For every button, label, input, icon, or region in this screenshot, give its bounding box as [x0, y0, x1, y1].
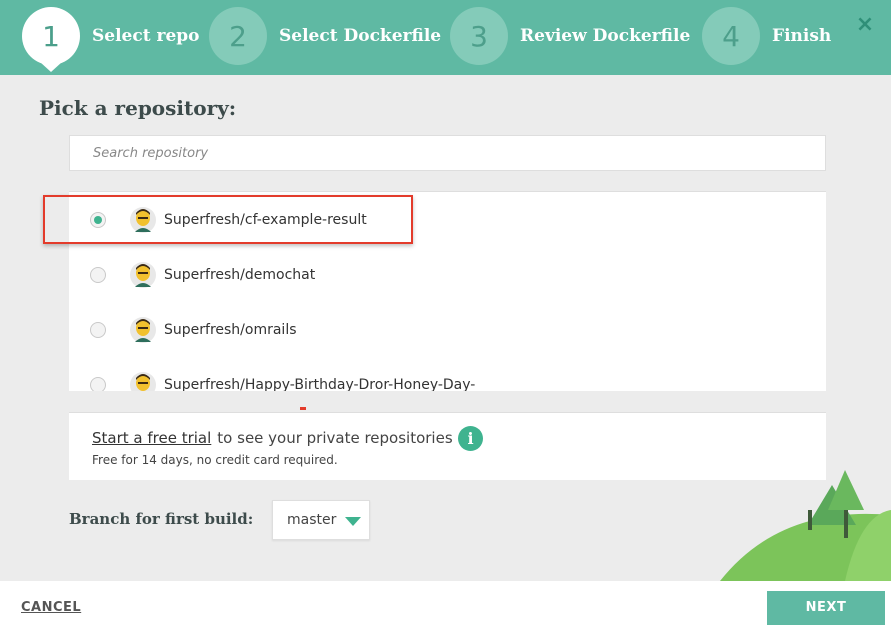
cancel-button[interactable]: CANCEL [21, 600, 81, 615]
step-select-repo[interactable]: 1 Select repo [22, 7, 200, 65]
branch-value: master [287, 512, 337, 528]
info-icon[interactable]: i [458, 426, 483, 451]
step-number: 4 [702, 7, 760, 65]
radio-button[interactable] [90, 266, 106, 283]
next-button[interactable]: NEXT [767, 591, 885, 625]
repo-name[interactable]: Superfresh/cf-example-result [164, 212, 367, 228]
trial-message-text: to see your private repositories [217, 429, 453, 447]
repo-name[interactable]: Superfresh/demochat [164, 267, 315, 283]
list-item[interactable]: Superfresh/cf-example-result [69, 192, 826, 247]
step-label: Select repo [92, 26, 200, 46]
wizard-footer: CANCEL NEXT [0, 581, 891, 630]
chevron-down-icon [345, 517, 361, 526]
list-item[interactable]: Superfresh/omrails [69, 302, 826, 357]
radio-button[interactable] [90, 211, 106, 228]
list-item[interactable]: Superfresh/Happy-Birthday-Dror-Honey-Day… [69, 357, 826, 391]
search-input[interactable] [70, 136, 825, 170]
active-step-pointer [40, 62, 62, 72]
close-icon[interactable]: × [852, 12, 878, 38]
hills-illustration [720, 470, 891, 581]
avatar-icon [130, 206, 156, 233]
wizard-header: 1 Select repo 2 Select Dockerfile 3 Revi… [0, 0, 891, 75]
step-number: 3 [450, 7, 508, 65]
step-number: 1 [22, 7, 80, 65]
radio-button[interactable] [90, 321, 106, 338]
list-item[interactable]: Superfresh/demochat [69, 247, 826, 302]
step-review-dockerfile[interactable]: 3 Review Dockerfile [450, 7, 690, 65]
free-trial-panel: Start a free trial to see your private r… [69, 412, 826, 480]
branch-select[interactable]: master [272, 500, 370, 540]
step-select-dockerfile[interactable]: 2 Select Dockerfile [209, 7, 441, 65]
avatar-icon [130, 316, 156, 343]
start-trial-link[interactable]: Start a free trial [92, 429, 211, 447]
avatar-icon [130, 261, 156, 288]
step-number: 2 [209, 7, 267, 65]
annotation-mark [300, 407, 306, 410]
branch-label: Branch for first build: [69, 510, 254, 528]
repo-name[interactable]: Superfresh/Happy-Birthday-Dror-Honey-Day… [164, 377, 475, 392]
trial-subtext: Free for 14 days, no credit card require… [92, 453, 338, 467]
step-finish[interactable]: 4 Finish [702, 7, 831, 65]
repo-name[interactable]: Superfresh/omrails [164, 322, 297, 338]
page-title: Pick a repository: [39, 96, 237, 120]
step-label: Finish [772, 26, 832, 46]
repository-list[interactable]: Superfresh/cf-example-result Superfresh/… [69, 191, 826, 391]
trial-message: Start a free trial to see your private r… [92, 429, 453, 447]
search-box [69, 135, 826, 171]
avatar-icon [130, 371, 156, 391]
step-label: Review Dockerfile [520, 26, 691, 46]
step-label: Select Dockerfile [279, 26, 442, 46]
radio-button[interactable] [90, 376, 106, 391]
